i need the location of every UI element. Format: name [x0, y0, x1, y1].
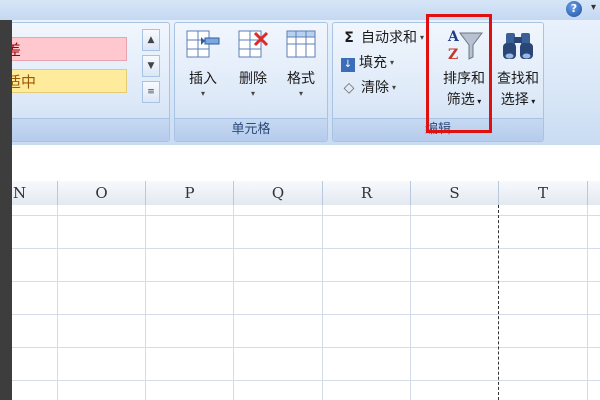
delete-cells-icon: [238, 30, 269, 58]
cells-group: 插入 ▾ 删除 ▾ 格式 ▾ 单元格: [174, 22, 328, 142]
column-header-r[interactable]: R: [323, 181, 411, 205]
clear-dropdown-icon: ▾: [392, 83, 397, 92]
style-bad[interactable]: 差: [0, 37, 127, 61]
column-header-t[interactable]: T: [499, 181, 588, 205]
autosum-label: 自动求和: [361, 30, 417, 46]
insert-label: 插入: [189, 71, 217, 87]
cell-grid[interactable]: [12, 205, 600, 400]
ribbon: 差 适中 ▲ ▼ ≡ 插入 ▾ 删除 ▾ 格式 ▾ 单元格 Σ 自动求和 ▾ ↓…: [0, 20, 600, 145]
column-header-s[interactable]: S: [411, 181, 499, 205]
autosum-dropdown-icon: ▾: [420, 33, 425, 42]
gallery-scroll-down-button[interactable]: ▼: [142, 55, 160, 77]
autosum-button[interactable]: Σ 自动求和 ▾: [341, 27, 424, 49]
format-button[interactable]: 格式 ▾: [277, 25, 325, 121]
format-label: 格式: [287, 71, 315, 87]
gallery-scroll-up-button[interactable]: ▲: [142, 29, 160, 51]
insert-button[interactable]: 插入 ▾: [179, 25, 227, 121]
style-neutral[interactable]: 适中: [0, 69, 127, 93]
clear-label: 清除: [361, 80, 389, 96]
fill-label: 填充: [359, 55, 387, 71]
format-dropdown-icon: ▾: [298, 89, 303, 98]
delete-label: 删除: [239, 71, 267, 87]
find-select-button[interactable]: 查找和 选择 ▾: [491, 25, 545, 121]
sigma-icon: Σ: [344, 30, 354, 46]
eraser-icon: ◇: [343, 80, 355, 96]
column-header-n[interactable]: N: [0, 181, 58, 205]
styles-group: 差 适中 ▲ ▼ ≡: [0, 22, 170, 142]
page-break-line: [498, 205, 499, 400]
insert-dropdown-icon: ▾: [200, 89, 205, 98]
clear-button[interactable]: ◇ 清除 ▾: [341, 77, 396, 99]
find-select-label-line2: 选择 ▾: [500, 92, 536, 108]
column-headers: N O P Q R S T: [12, 181, 600, 206]
ribbon-minimize-icon[interactable]: ▾: [591, 2, 596, 13]
styles-group-label: [0, 118, 169, 141]
fill-dropdown-icon: ▾: [390, 58, 395, 67]
fill-button[interactable]: ↓ 填充 ▾: [341, 52, 394, 74]
column-header-o[interactable]: O: [58, 181, 146, 205]
highlight-box: [426, 14, 492, 133]
binoculars-icon: [503, 33, 533, 59]
column-header-q[interactable]: Q: [234, 181, 323, 205]
help-icon[interactable]: ?: [566, 1, 582, 17]
formula-bar[interactable]: [12, 145, 600, 182]
find-select-label-line1: 查找和: [497, 71, 539, 87]
window-left-edge: [0, 20, 12, 400]
insert-cells-icon: [186, 30, 220, 58]
gallery-more-button[interactable]: ≡: [142, 81, 160, 103]
format-cells-icon: [286, 30, 316, 58]
delete-dropdown-icon: ▾: [250, 89, 255, 98]
column-header-p[interactable]: P: [146, 181, 234, 205]
delete-button[interactable]: 删除 ▾: [229, 25, 277, 121]
fill-down-icon: ↓: [341, 58, 355, 72]
cells-group-label: 单元格: [175, 118, 327, 141]
title-bar: ? ▾: [0, 0, 600, 21]
